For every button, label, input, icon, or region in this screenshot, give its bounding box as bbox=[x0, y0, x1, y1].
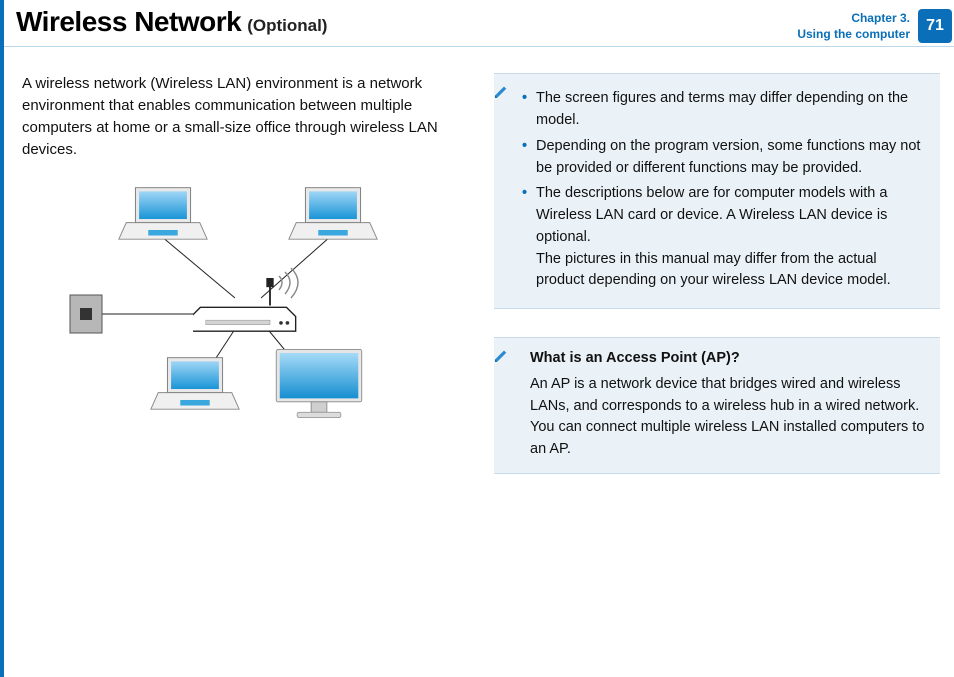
access-point-callout: What is an Access Point (AP)? An AP is a… bbox=[494, 337, 940, 474]
content-area: A wireless network (Wireless LAN) enviro… bbox=[4, 47, 954, 474]
laptop-icon bbox=[287, 184, 379, 248]
note-pencil-icon bbox=[492, 346, 510, 364]
note-item: The descriptions below are for computer … bbox=[536, 183, 926, 292]
notes-list: The screen figures and terms may differ … bbox=[508, 88, 926, 292]
wall-jack-icon bbox=[69, 294, 103, 334]
ap-body: An AP is a network device that bridges w… bbox=[508, 374, 926, 461]
notes-callout: The screen figures and terms may differ … bbox=[494, 73, 940, 309]
note-item-line: The pictures in this manual may differ f… bbox=[536, 251, 891, 289]
note-pencil-icon bbox=[492, 82, 510, 100]
left-column: A wireless network (Wireless LAN) enviro… bbox=[22, 73, 468, 474]
page-header: Wireless Network (Optional) Chapter 3. U… bbox=[4, 0, 954, 47]
header-right: Chapter 3. Using the computer 71 bbox=[797, 6, 954, 46]
chapter-line-2: Using the computer bbox=[797, 26, 910, 42]
monitor-icon bbox=[271, 346, 367, 425]
page-number-badge: 71 bbox=[918, 9, 952, 43]
laptop-icon bbox=[117, 184, 209, 248]
page-subtitle: (Optional) bbox=[247, 16, 327, 36]
router-icon bbox=[193, 278, 303, 342]
note-item: Depending on the program version, some f… bbox=[536, 136, 926, 180]
laptop-icon bbox=[149, 354, 241, 418]
intro-paragraph: A wireless network (Wireless LAN) enviro… bbox=[22, 73, 452, 160]
ap-heading: What is an Access Point (AP)? bbox=[508, 348, 926, 370]
right-column: The screen figures and terms may differ … bbox=[494, 73, 940, 474]
network-diagram bbox=[65, 178, 425, 438]
title-block: Wireless Network (Optional) bbox=[16, 6, 327, 44]
chapter-line-1: Chapter 3. bbox=[797, 10, 910, 26]
note-item-line: The descriptions below are for computer … bbox=[536, 185, 887, 245]
page-title: Wireless Network bbox=[16, 6, 241, 38]
note-item: The screen figures and terms may differ … bbox=[536, 88, 926, 132]
chapter-label: Chapter 3. Using the computer bbox=[797, 6, 918, 46]
